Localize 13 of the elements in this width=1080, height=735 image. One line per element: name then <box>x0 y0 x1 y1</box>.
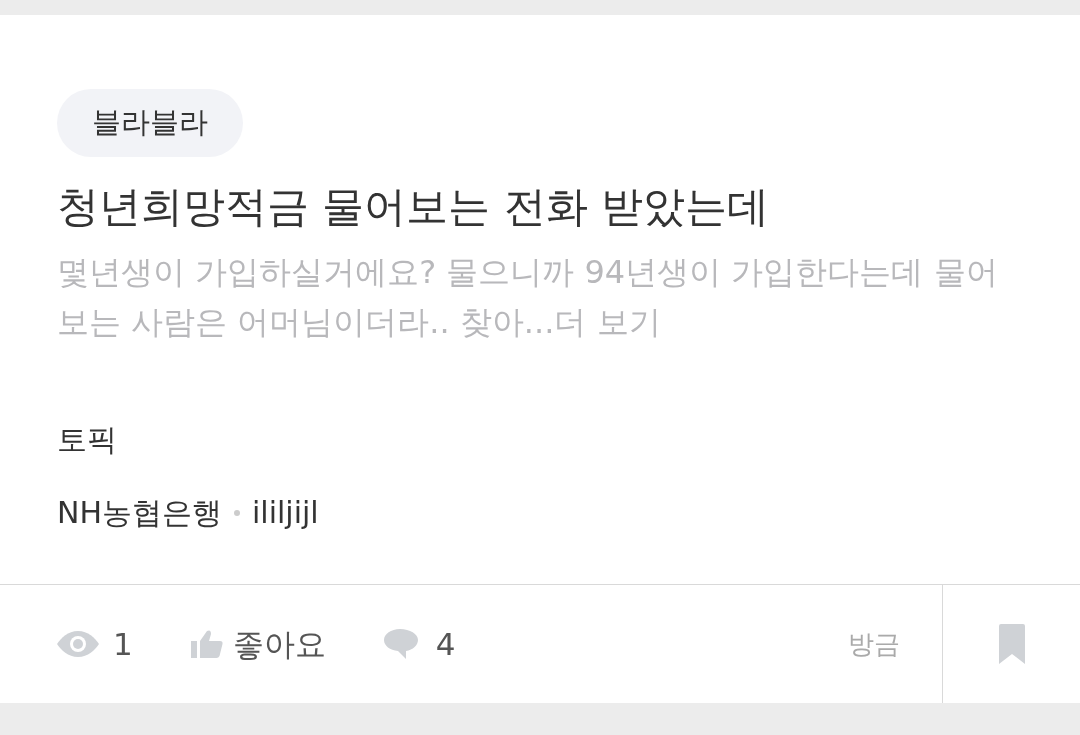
post-title[interactable]: 청년희망적금 물어보는 전화 받았는데 <box>57 179 770 235</box>
topic-label: 토픽 <box>57 421 117 459</box>
category-tag[interactable]: 블라블라 <box>57 89 243 157</box>
author-name[interactable]: ililjijl <box>252 490 319 535</box>
bookmark-icon[interactable] <box>998 624 1025 664</box>
eye-icon <box>57 631 99 657</box>
company-name[interactable]: NH농협은행 <box>57 490 222 535</box>
thumbs-up-icon <box>190 629 223 659</box>
comment-count[interactable]: 4 <box>435 620 456 668</box>
view-count: 1 <box>113 624 133 664</box>
post-time: 방금 <box>848 627 900 661</box>
speech-bubble-icon <box>383 629 418 659</box>
like-label[interactable]: 좋아요 <box>232 620 326 668</box>
